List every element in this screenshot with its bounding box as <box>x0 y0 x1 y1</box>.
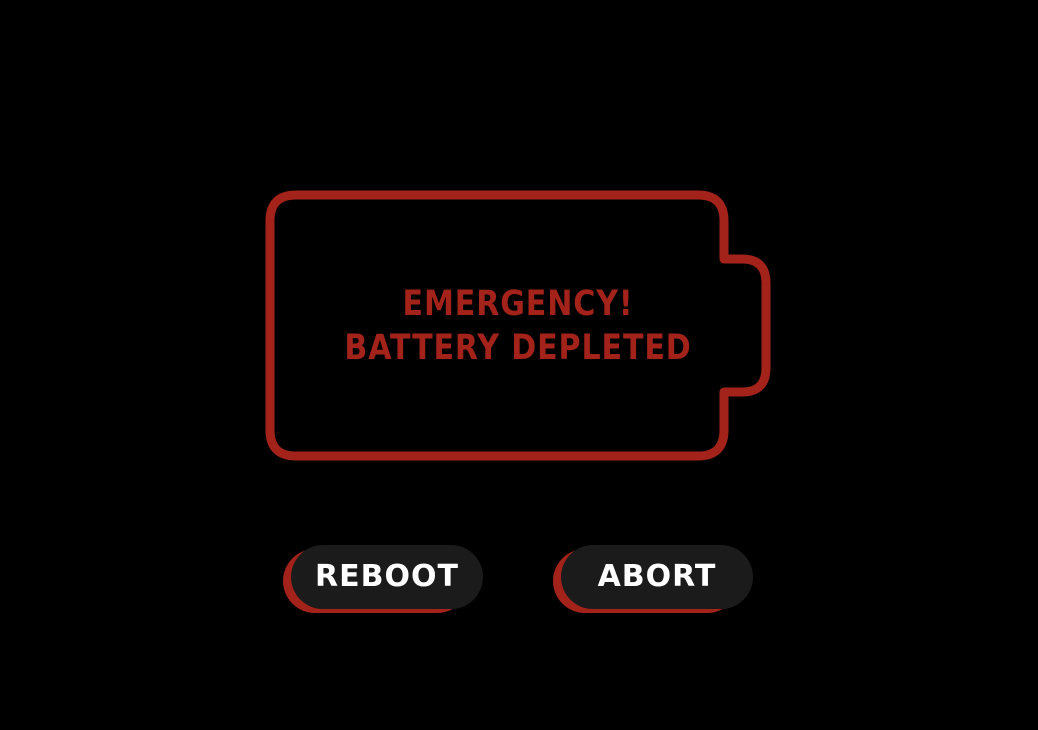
abort-button[interactable]: ABORT <box>553 545 755 613</box>
alert-title: EMERGENCY! <box>402 284 634 324</box>
abort-button-label[interactable]: ABORT <box>561 545 753 609</box>
alert-subtitle: BATTERY DEPLETED <box>344 328 692 368</box>
battery-alert-message: EMERGENCY! BATTERY DEPLETED <box>270 282 766 370</box>
reboot-button-label[interactable]: REBOOT <box>291 545 483 609</box>
reboot-button[interactable]: REBOOT <box>283 545 485 613</box>
emergency-screen: EMERGENCY! BATTERY DEPLETED REBOOT ABORT <box>0 0 1038 730</box>
